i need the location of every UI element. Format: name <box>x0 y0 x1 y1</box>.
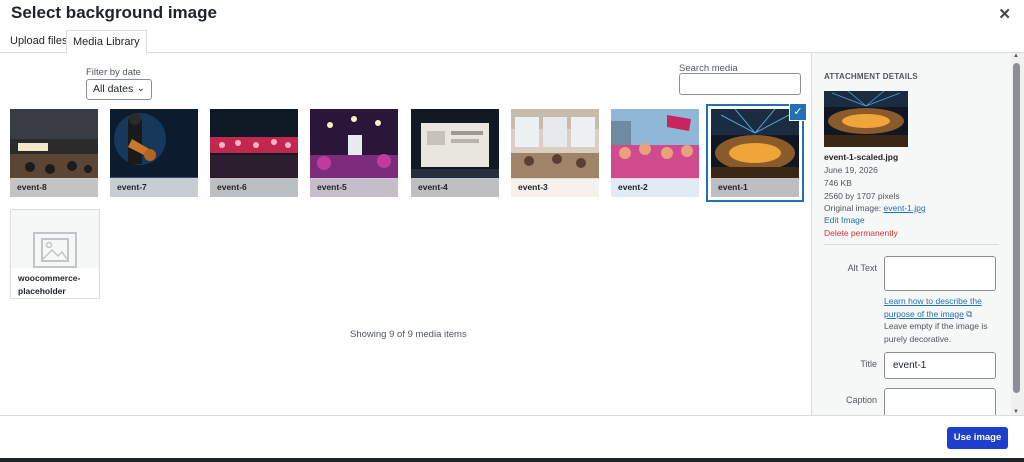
attachment-details-heading: ATTACHMENT DETAILS <box>824 72 918 81</box>
media-item-label: event-3 <box>511 178 599 197</box>
media-item-event-1[interactable]: event-1 <box>711 109 799 197</box>
image-placeholder-icon <box>33 232 77 268</box>
media-item-event-4[interactable]: event-4 <box>411 109 499 197</box>
attachment-date: June 19, 2026 <box>824 165 878 175</box>
search-input[interactable] <box>679 73 801 95</box>
title-field[interactable]: event-1 <box>884 352 996 379</box>
caption-label: Caption <box>845 395 877 405</box>
external-link-icon: ⧉ <box>966 308 973 319</box>
close-icon[interactable]: ✕ <box>998 5 1011 23</box>
use-image-button[interactable]: Use image <box>947 427 1008 449</box>
original-image-label: Original image: <box>824 203 884 213</box>
date-filter-value: All dates <box>93 83 134 95</box>
media-item-label: event-8 <box>10 178 98 197</box>
alt-text-label: Alt Text <box>847 263 877 273</box>
media-item-label: event-4 <box>411 178 499 197</box>
media-item-event-3[interactable]: event-3 <box>511 109 599 197</box>
edit-image-link[interactable]: Edit Image <box>824 215 865 225</box>
original-image-link[interactable]: event-1.jpg <box>884 203 926 213</box>
tab-media-library[interactable]: Media Library <box>66 30 147 54</box>
attachment-filesize: 746 KB <box>824 178 852 188</box>
scroll-up-icon[interactable]: ▲ <box>1013 53 1019 59</box>
alt-text-help-text: Leave empty if the image is purely decor… <box>884 321 988 344</box>
media-item-event-8[interactable]: event-8 <box>10 109 98 197</box>
attachment-preview <box>824 91 908 147</box>
chevron-down-icon: ⌄ <box>136 83 145 94</box>
alt-text-field[interactable] <box>884 256 996 291</box>
attachment-dimensions: 2560 by 1707 pixels <box>824 191 900 201</box>
media-item-event-6[interactable]: event-6 <box>210 109 298 197</box>
media-item-label: event-6 <box>210 178 298 197</box>
scrollbar-thumb[interactable] <box>1013 63 1020 393</box>
media-item-label: event-1 <box>711 178 799 197</box>
tab-upload-files[interactable]: Upload files <box>4 30 73 52</box>
original-image-row: Original image: event-1.jpg <box>824 203 926 213</box>
sidebar-scrollbar[interactable]: ▲ ▼ <box>1011 53 1024 415</box>
background-strip <box>0 458 1024 462</box>
media-modal: Select background image ✕ Upload files M… <box>0 0 1024 459</box>
divider <box>824 244 999 245</box>
attachment-details-panel: ATTACHMENT DETAILS event-1-scaled.jpg Ju… <box>811 53 1012 415</box>
delete-permanently-link[interactable]: Delete permanently <box>824 228 898 238</box>
modal-title: Select background image <box>11 3 217 22</box>
media-item-event-5[interactable]: event-5 <box>310 109 398 197</box>
media-count-status: Showing 9 of 9 media items <box>350 329 467 340</box>
media-item-label: event-7 <box>110 178 198 197</box>
attachment-filename: event-1-scaled.jpg <box>824 152 899 162</box>
date-filter-select[interactable]: All dates ⌄ <box>86 79 152 100</box>
alt-text-help: Learn how to describe the purpose of the… <box>884 295 999 345</box>
caption-field[interactable] <box>884 388 996 415</box>
media-item-label: woocommerce-placeholder <box>11 268 99 298</box>
modal-footer: Use image <box>0 415 1024 459</box>
media-item-label: event-5 <box>310 178 398 197</box>
media-item-woocommerce-placeholder[interactable]: woocommerce-placeholder <box>10 209 100 299</box>
media-item-label: event-2 <box>611 178 699 197</box>
filter-by-date-label: Filter by date <box>86 67 141 78</box>
media-item-event-7[interactable]: event-7 <box>110 109 198 197</box>
selected-check-icon[interactable]: ✓ <box>789 103 807 121</box>
media-item-event-2[interactable]: event-2 <box>611 109 699 197</box>
title-label: Title <box>860 359 877 369</box>
tab-bar: Upload files Media Library <box>0 30 1024 54</box>
